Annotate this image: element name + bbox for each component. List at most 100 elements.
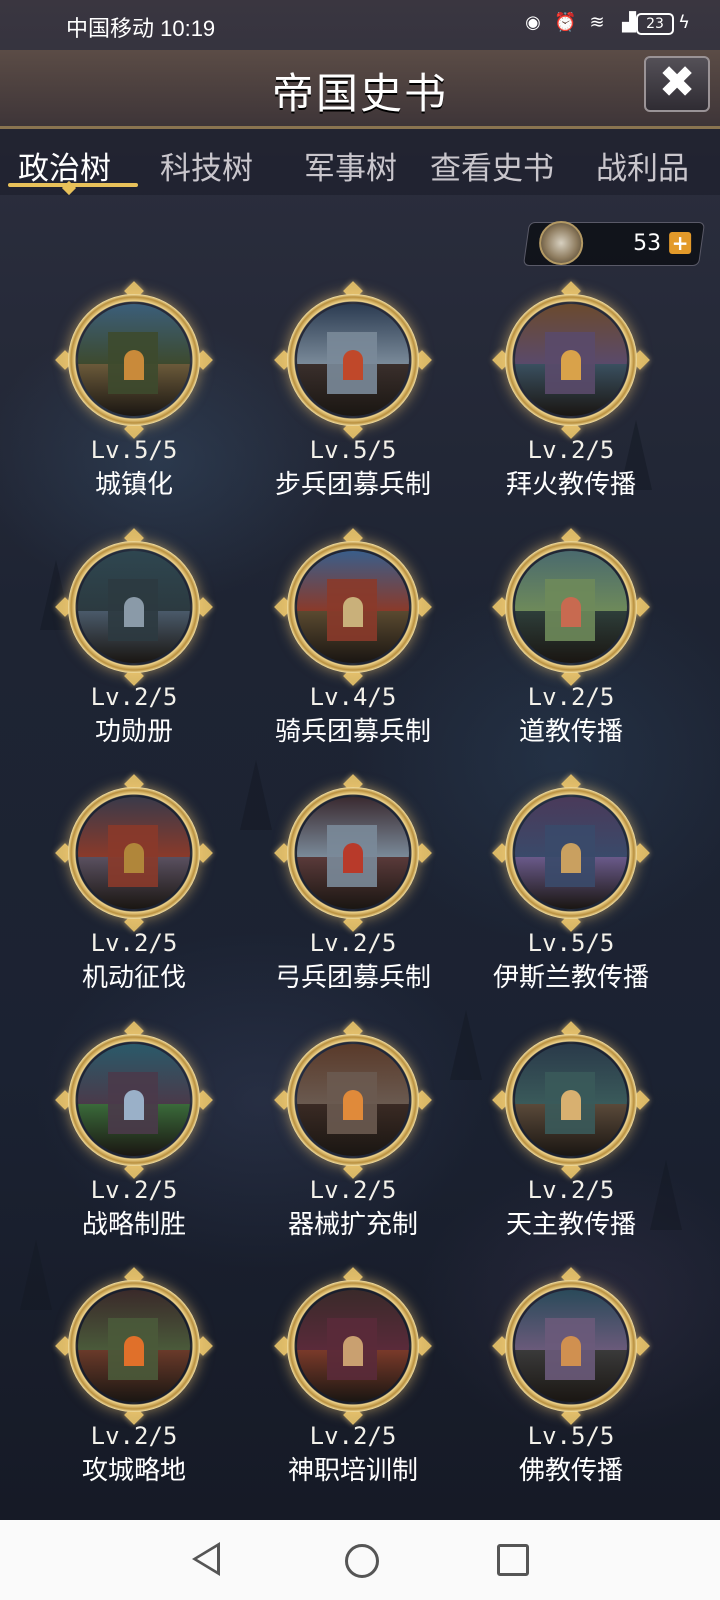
skill-name: 弓兵团募兵制 — [274, 963, 431, 993]
tab-bar: 政治树 科技树 军事树 查看史书 战利品 — [0, 129, 720, 196]
skill-level: Lv.2/5 — [527, 1176, 615, 1204]
charging-icon: ϟ — [678, 12, 690, 33]
skill-level: Lv.2/5 — [309, 1422, 397, 1450]
skill-name: 拜火教传播 — [505, 470, 636, 500]
add-currency-button[interactable]: + — [669, 231, 692, 255]
skill-medallion[interactable] — [274, 1267, 432, 1425]
close-icon: ✖ — [658, 57, 696, 108]
system-nav-bar — [0, 1520, 720, 1600]
skill-level: Lv.5/5 — [90, 436, 178, 464]
skill-illustration — [515, 1290, 627, 1402]
home-icon[interactable] — [345, 1544, 379, 1578]
skill-illustration — [297, 797, 409, 909]
skill-level: Lv.5/5 — [527, 1422, 615, 1450]
skill-illustration — [297, 304, 409, 416]
status-icons: ◉ ⏰ ≋ ▟ — [522, 12, 640, 34]
close-button[interactable]: ✖ — [644, 56, 710, 112]
skill-node[interactable]: Lv.2/5 道教传播 — [461, 528, 681, 757]
page-title: 帝国史书 — [271, 69, 448, 118]
carrier-time: 中国移动 10:19 — [66, 16, 216, 41]
skill-name: 步兵团募兵制 — [274, 470, 431, 500]
skill-medallion[interactable] — [492, 528, 650, 686]
skill-medallion[interactable] — [492, 281, 650, 439]
tab-military[interactable]: 军事树 — [304, 143, 397, 188]
skill-node[interactable]: Lv.5/5 佛教传播 — [461, 1267, 681, 1496]
recent-apps-icon[interactable] — [497, 1544, 529, 1576]
skill-level: Lv.2/5 — [309, 1176, 397, 1204]
skill-illustration — [515, 304, 627, 416]
skill-medallion[interactable] — [274, 281, 432, 439]
skill-medallion[interactable] — [55, 1021, 213, 1179]
tab-history[interactable]: 查看史书 — [430, 143, 554, 188]
skill-medallion[interactable] — [492, 1021, 650, 1179]
skill-name: 神职培训制 — [287, 1456, 418, 1486]
tab-politics[interactable]: 政治树 — [18, 143, 111, 188]
skill-name: 器械扩充制 — [287, 1210, 418, 1240]
skill-illustration — [297, 1044, 409, 1156]
skill-illustration — [78, 797, 190, 909]
skill-illustration — [78, 1290, 190, 1402]
skill-level: Lv.2/5 — [90, 929, 178, 957]
skill-level: Lv.2/5 — [90, 1176, 178, 1204]
currency-value: 53 — [633, 231, 662, 256]
medal-icon — [539, 221, 584, 265]
skill-name: 骑兵团募兵制 — [274, 717, 431, 747]
status-bar: 中国移动 10:19 ◉ ⏰ ≋ ▟ 23 ϟ — [0, 0, 720, 50]
skill-node[interactable]: Lv.2/5 机动征伐 — [24, 774, 244, 1003]
skill-illustration — [78, 304, 190, 416]
skill-name: 战略制胜 — [81, 1210, 186, 1240]
currency-counter: 53 + — [522, 221, 706, 266]
skill-node[interactable]: Lv.5/5 城镇化 — [24, 281, 244, 510]
skill-medallion[interactable] — [492, 1267, 650, 1425]
skill-medallion[interactable] — [55, 774, 213, 932]
skill-illustration — [515, 1044, 627, 1156]
skill-node[interactable]: Lv.5/5 伊斯兰教传播 — [461, 774, 681, 1003]
skill-name: 城镇化 — [94, 470, 173, 500]
skill-level: Lv.5/5 — [527, 929, 615, 957]
skill-illustration — [297, 551, 409, 663]
tab-technology[interactable]: 科技树 — [160, 143, 253, 188]
skill-illustration — [297, 1290, 409, 1402]
battery-icon: 23 — [636, 13, 674, 35]
skill-level: Lv.4/5 — [309, 683, 397, 711]
skill-medallion[interactable] — [274, 528, 432, 686]
skill-name: 天主教传播 — [505, 1210, 636, 1240]
skill-node[interactable]: Lv.4/5 骑兵团募兵制 — [243, 528, 463, 757]
skill-medallion[interactable] — [492, 774, 650, 932]
skill-node[interactable]: Lv.2/5 弓兵团募兵制 — [243, 774, 463, 1003]
skill-node[interactable]: Lv.5/5 步兵团募兵制 — [243, 281, 463, 510]
header-bar: 帝国史书 ✖ — [0, 50, 720, 129]
skill-level: Lv.5/5 — [309, 436, 397, 464]
skill-node[interactable]: Lv.2/5 拜火教传播 — [461, 281, 681, 510]
skill-medallion[interactable] — [55, 528, 213, 686]
skill-node[interactable]: Lv.2/5 攻城略地 — [24, 1267, 244, 1496]
skill-node[interactable]: Lv.2/5 神职培训制 — [243, 1267, 463, 1496]
skill-level: Lv.2/5 — [309, 929, 397, 957]
skill-level: Lv.2/5 — [527, 436, 615, 464]
skill-level: Lv.2/5 — [90, 1422, 178, 1450]
skill-medallion[interactable] — [55, 281, 213, 439]
tab-trophies[interactable]: 战利品 — [596, 143, 689, 188]
skill-node[interactable]: Lv.2/5 天主教传播 — [461, 1021, 681, 1250]
skill-node[interactable]: Lv.2/5 功勋册 — [24, 528, 244, 757]
back-icon-inner — [197, 1547, 217, 1571]
eye-icon: ◉ — [525, 12, 541, 33]
skill-level: Lv.2/5 — [90, 683, 178, 711]
skill-illustration — [515, 551, 627, 663]
skill-illustration — [78, 551, 190, 663]
skill-name: 道教传播 — [518, 717, 623, 747]
skill-node[interactable]: Lv.2/5 战略制胜 — [24, 1021, 244, 1250]
skill-medallion[interactable] — [274, 1021, 432, 1179]
skill-illustration — [515, 797, 627, 909]
wifi-icon: ≋ — [589, 12, 605, 33]
skill-name: 伊斯兰教传播 — [492, 963, 649, 993]
skill-illustration — [78, 1044, 190, 1156]
skill-medallion[interactable] — [274, 774, 432, 932]
skill-node[interactable]: Lv.2/5 器械扩充制 — [243, 1021, 463, 1250]
skill-level: Lv.2/5 — [527, 683, 615, 711]
skill-medallion[interactable] — [55, 1267, 213, 1425]
skill-name: 机动征伐 — [81, 963, 186, 993]
alarm-icon: ⏰ — [554, 12, 577, 33]
skill-name: 佛教传播 — [518, 1456, 623, 1486]
skill-name: 攻城略地 — [81, 1456, 186, 1486]
